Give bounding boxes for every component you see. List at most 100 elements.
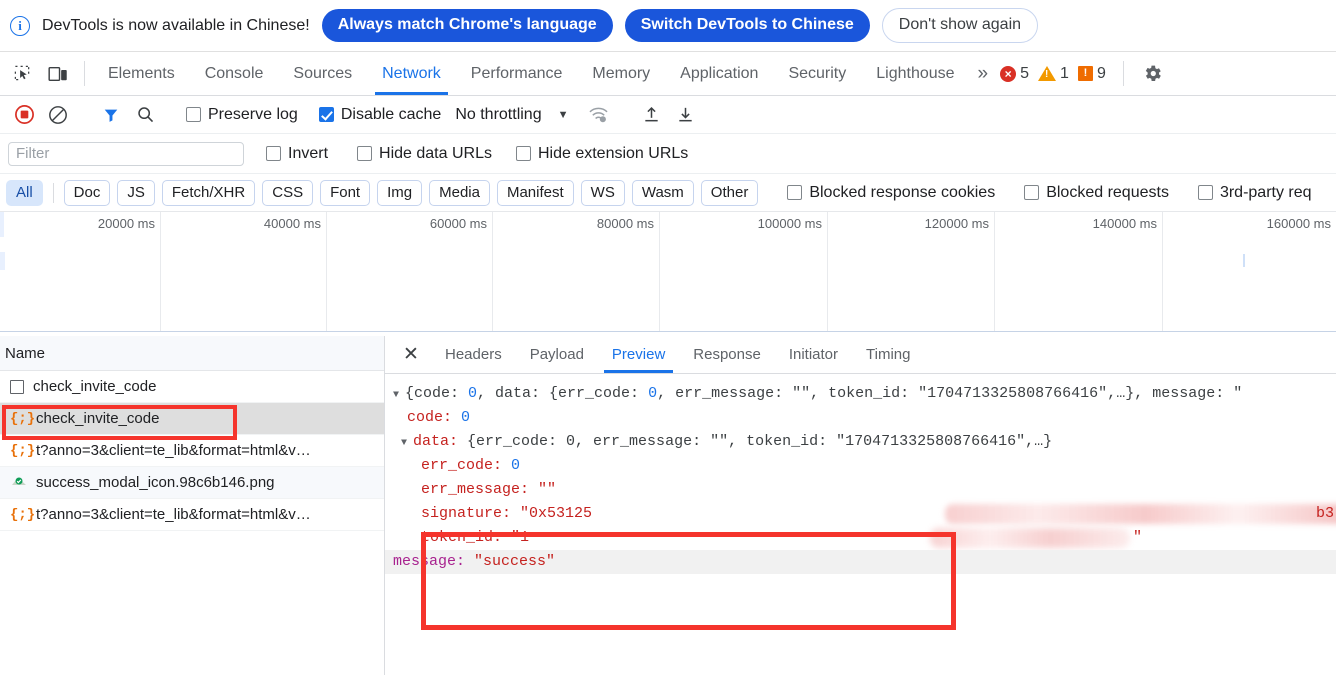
json-line-code[interactable]: code: 0 [385, 406, 1336, 430]
third-party-label: 3rd-party req [1219, 183, 1312, 201]
network-content-split: Name check_invite_code {;} check_invite_… [0, 336, 1336, 675]
chip-img[interactable]: Img [377, 179, 423, 206]
table-row[interactable]: check_invite_code [0, 371, 384, 403]
tab-headers[interactable]: Headers [431, 336, 516, 373]
timeline-cell-6: 120000 ms [828, 212, 995, 331]
import-har-icon[interactable] [635, 101, 667, 129]
settings-gear-icon[interactable] [1132, 52, 1173, 95]
chip-fetch-xhr[interactable]: Fetch/XHR [161, 179, 256, 206]
root-mid2: , err_message: [657, 385, 793, 402]
hide-extension-urls-label: Hide extension URLs [537, 144, 689, 162]
tab-timing[interactable]: Timing [852, 336, 924, 373]
clear-icon[interactable] [42, 101, 74, 129]
root-err-code-value: 0 [648, 385, 658, 402]
tab-preview[interactable]: Preview [598, 336, 679, 373]
hide-extension-urls-checkbox[interactable]: Hide extension URLs [515, 144, 689, 163]
json-line-message[interactable]: message: "success" [385, 550, 1336, 574]
filter-bar: Invert Hide data URLs Hide extension URL… [0, 134, 1336, 174]
token-id-value: "1 [511, 529, 530, 546]
timeline-tick-label: 80000 ms [596, 216, 654, 231]
json-line-err-code[interactable]: err_code: 0 [385, 454, 1336, 478]
dont-show-again-button[interactable]: Don't show again [881, 8, 1039, 43]
preserve-log-box-icon [186, 107, 201, 122]
network-overview-timeline[interactable]: 20000 ms 40000 ms 60000 ms 80000 ms 1000… [0, 212, 1336, 332]
warning-counter[interactable]: 1 [1038, 52, 1069, 95]
blocked-response-cookies-checkbox[interactable]: Blocked response cookies [787, 184, 995, 202]
filter-funnel-icon[interactable] [95, 101, 127, 129]
collapse-triangle-icon[interactable]: ▼ [393, 384, 405, 408]
close-icon[interactable]: ✕ [391, 336, 431, 373]
tab-application[interactable]: Application [665, 52, 773, 95]
tab-elements[interactable]: Elements [93, 52, 190, 95]
json-line-err-message[interactable]: err_message: "" [385, 478, 1336, 502]
json-root-line[interactable]: ▼ {code: 0, data: {err_code: 0, err_messa… [385, 382, 1336, 406]
hide-data-urls-checkbox[interactable]: Hide data URLs [357, 145, 492, 163]
tabstrip-divider [84, 61, 85, 86]
timeline-cell-7: 140000 ms [995, 212, 1163, 331]
filter-input[interactable] [8, 141, 244, 166]
collapse-triangle-icon[interactable]: ▼ [401, 432, 413, 456]
more-tabs-icon[interactable]: » [970, 52, 1001, 95]
chip-media[interactable]: Media [429, 179, 490, 206]
table-row[interactable]: {;} t?anno=3&client=te_lib&format=html&v… [0, 435, 384, 467]
warning-badge-icon [1038, 66, 1057, 81]
disable-cache-checkbox[interactable]: Disable cache [318, 106, 441, 124]
json-line-signature[interactable]: signature: "0x53125 b3 [385, 502, 1336, 526]
timeline-cell-8: 160000 ms [1163, 212, 1336, 331]
tab-network[interactable]: Network [367, 52, 456, 95]
switch-devtools-language-button[interactable]: Switch DevTools to Chinese [624, 9, 870, 42]
banner-message: DevTools is now available in Chinese! [42, 16, 310, 34]
chevron-down-icon[interactable]: ▼ [558, 109, 569, 121]
tab-lighthouse[interactable]: Lighthouse [861, 52, 969, 95]
json-icon: {;} [10, 410, 36, 427]
device-toolbar-icon[interactable] [40, 52, 76, 95]
chip-font[interactable]: Font [320, 179, 371, 206]
network-conditions-icon[interactable] [582, 101, 614, 129]
tab-console[interactable]: Console [190, 52, 279, 95]
chip-js[interactable]: JS [117, 179, 155, 206]
table-row[interactable]: {;} t?anno=3&client=te_lib&format=html&v… [0, 499, 384, 531]
timeline-tick-label: 20000 ms [97, 216, 155, 231]
tab-sources[interactable]: Sources [278, 52, 367, 95]
tab-initiator[interactable]: Initiator [775, 336, 852, 373]
timeline-tick-label: 40000 ms [263, 216, 321, 231]
tab-security[interactable]: Security [773, 52, 861, 95]
invert-checkbox[interactable]: Invert [266, 145, 328, 163]
issue-counter[interactable]: ! 9 [1077, 52, 1106, 95]
chip-other[interactable]: Other [700, 179, 759, 206]
table-row[interactable]: {;} check_invite_code [0, 403, 384, 435]
chip-manifest[interactable]: Manifest [496, 179, 574, 206]
json-line-token-id[interactable]: token_id: "1 " [385, 526, 1336, 550]
export-har-icon[interactable] [669, 101, 701, 129]
search-icon[interactable] [129, 101, 161, 129]
token-id-key: token_id: [421, 529, 503, 546]
third-party-requests-checkbox[interactable]: 3rd-party req [1197, 183, 1312, 202]
blocked-requests-checkbox[interactable]: Blocked requests [1024, 184, 1169, 202]
tab-response[interactable]: Response [679, 336, 775, 373]
document-icon [10, 379, 24, 394]
inspect-element-icon[interactable] [4, 52, 40, 95]
error-counter[interactable]: × 5 [1000, 52, 1029, 95]
chip-ws[interactable]: WS [580, 179, 625, 206]
table-row[interactable]: success_modal_icon.98c6b146.png [0, 467, 384, 499]
invert-box-icon [266, 146, 281, 161]
chip-css[interactable]: CSS [262, 179, 314, 206]
devtools-window: i DevTools is now available in Chinese! … [0, 0, 1336, 675]
chip-all[interactable]: All [6, 179, 43, 206]
token-id-close-quote: " [1133, 529, 1143, 546]
record-stop-icon[interactable] [8, 101, 40, 129]
request-list-header: Name [0, 336, 384, 371]
throttling-select[interactable]: No throttling [455, 106, 541, 124]
timeline-tick-label: 160000 ms [1266, 216, 1331, 231]
chip-wasm[interactable]: Wasm [631, 179, 694, 206]
chip-doc[interactable]: Doc [63, 179, 111, 206]
preserve-log-checkbox[interactable]: Preserve log [186, 106, 298, 124]
tab-performance[interactable]: Performance [456, 52, 578, 95]
json-line-data[interactable]: ▼ data: {err_code: 0, err_message: "", to… [385, 430, 1336, 454]
timeline-cell-5: 100000 ms [660, 212, 828, 331]
hide-data-urls-box-icon [357, 146, 373, 161]
always-match-language-button[interactable]: Always match Chrome's language [321, 9, 613, 42]
tab-payload[interactable]: Payload [516, 336, 598, 373]
tab-memory[interactable]: Memory [577, 52, 665, 95]
info-circle-icon: i [10, 15, 30, 36]
